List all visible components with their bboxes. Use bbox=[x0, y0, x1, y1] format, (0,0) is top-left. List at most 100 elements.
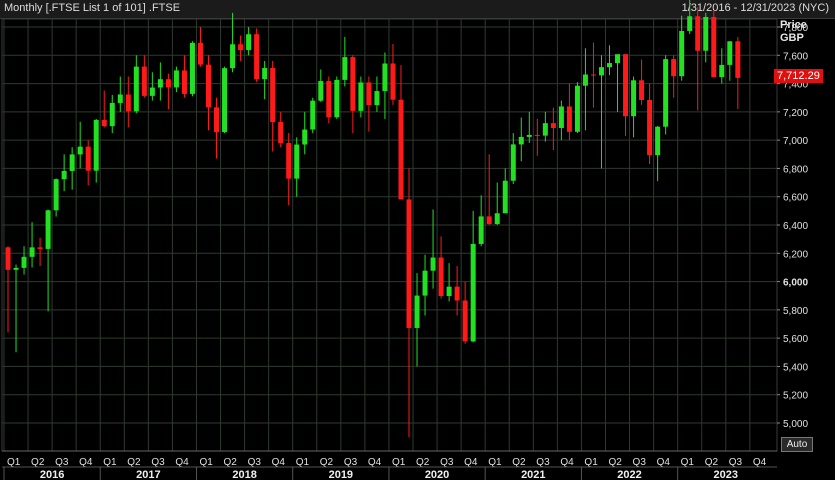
candle-body bbox=[286, 142, 292, 179]
candle-body bbox=[430, 257, 436, 271]
candle-body bbox=[494, 213, 500, 225]
candle-body bbox=[5, 247, 11, 270]
quarter-label: Q4 bbox=[272, 457, 286, 468]
candle-body bbox=[615, 54, 621, 64]
quarter-label: Q4 bbox=[753, 457, 767, 468]
quarter-label: Q3 bbox=[633, 457, 647, 468]
candle-body bbox=[631, 80, 637, 117]
candle-body bbox=[294, 144, 300, 179]
quarter-label: Q1 bbox=[584, 457, 598, 468]
year-label: 2020 bbox=[425, 469, 449, 480]
y-tick-label: 6,600 bbox=[783, 193, 808, 204]
candle-body bbox=[382, 63, 388, 92]
candle-body bbox=[21, 256, 27, 268]
quarter-label: Q2 bbox=[31, 457, 45, 468]
y-tick-label: 5,200 bbox=[783, 391, 808, 402]
candle-body bbox=[414, 295, 420, 328]
candle-body bbox=[173, 70, 179, 88]
candle-body bbox=[278, 122, 284, 143]
quarter-label: Q4 bbox=[560, 457, 574, 468]
candle-body bbox=[558, 106, 564, 128]
candle-body bbox=[214, 107, 220, 133]
candle-body bbox=[238, 44, 244, 51]
candle-body bbox=[735, 41, 741, 78]
candle-body bbox=[350, 57, 356, 111]
candle-body bbox=[502, 180, 508, 214]
candle-body bbox=[334, 79, 340, 118]
candle-body bbox=[13, 267, 19, 270]
price-label-text: Price bbox=[780, 19, 807, 31]
candle-body bbox=[663, 59, 669, 127]
candle-body bbox=[518, 136, 524, 145]
year-label: 2022 bbox=[617, 469, 641, 480]
y-tick-label: 7,200 bbox=[783, 108, 808, 119]
year-label: 2019 bbox=[329, 469, 353, 480]
candle-body bbox=[117, 94, 123, 103]
candle-body bbox=[37, 247, 43, 249]
candle-body bbox=[109, 102, 115, 127]
time-axis: Q1 Q2 Q3 Q4 Q1 Q2 Q3 Q4 Q1 Q2 Q3 Q4 Q1 Q2 Q3 Q4 Q1 Q2 Q3 Q4… bbox=[2, 450, 777, 480]
candle-body bbox=[639, 80, 645, 100]
candle-body bbox=[719, 64, 725, 78]
candle-body bbox=[262, 68, 268, 80]
candlestick-chart[interactable]: 5,000 5,200 5,400 5,600 5,800 6,000 6,200 6,400… bbox=[0, 0, 835, 480]
candle-body bbox=[446, 286, 452, 296]
quarter-label: Q2 bbox=[608, 457, 622, 468]
candle-body bbox=[486, 216, 492, 225]
candle-body bbox=[141, 66, 147, 96]
quarter-label: Q1 bbox=[681, 457, 695, 468]
candle-body bbox=[542, 123, 548, 136]
y-tick-label: 6,400 bbox=[783, 221, 808, 232]
quarter-label: Q4 bbox=[657, 457, 671, 468]
candle-body bbox=[326, 81, 332, 118]
candle-body bbox=[478, 216, 484, 244]
y-tick-label: 6,800 bbox=[783, 164, 808, 175]
quarter-label: Q3 bbox=[151, 457, 165, 468]
candle-body bbox=[366, 82, 372, 106]
candle-body bbox=[45, 210, 51, 249]
year-label: 2021 bbox=[521, 469, 545, 480]
quarter-label: Q4 bbox=[175, 457, 189, 468]
price-axis-label: Price GBP bbox=[780, 19, 807, 45]
quarter-label: Q3 bbox=[248, 457, 262, 468]
candle-body bbox=[358, 82, 364, 111]
candle-body bbox=[93, 119, 99, 171]
quarter-label: Q3 bbox=[729, 457, 743, 468]
candle-body bbox=[197, 42, 203, 65]
candle-body bbox=[598, 67, 604, 76]
candle-body bbox=[85, 146, 91, 171]
candle-body bbox=[590, 74, 596, 76]
candle-body bbox=[671, 59, 677, 77]
candle-body bbox=[53, 179, 59, 211]
y-tick-label: 5,400 bbox=[783, 362, 808, 373]
candle-body bbox=[165, 79, 171, 88]
quarter-label: Q3 bbox=[344, 457, 358, 468]
candle-body bbox=[703, 16, 709, 51]
candle-body bbox=[438, 257, 444, 296]
candle-body bbox=[574, 85, 580, 132]
y-tick-label: 5,000 bbox=[783, 419, 808, 430]
candle-body bbox=[390, 63, 396, 100]
candle-body bbox=[230, 44, 236, 69]
auto-scale-button[interactable]: Auto bbox=[781, 437, 813, 452]
quarter-label: Q1 bbox=[488, 457, 502, 468]
candle-body bbox=[510, 144, 516, 181]
quarter-label: Q4 bbox=[464, 457, 478, 468]
y-tick-label: 6,200 bbox=[783, 249, 808, 260]
candle-body bbox=[647, 99, 653, 156]
quarter-label: Q1 bbox=[296, 457, 310, 468]
quarter-label: Q2 bbox=[705, 457, 719, 468]
candle-body bbox=[454, 286, 460, 301]
price-axis: 5,000 5,200 5,400 5,600 5,800 6,000 6,200 6,400… bbox=[777, 23, 808, 430]
y-tick-label: 7,000 bbox=[783, 136, 808, 147]
candle-body bbox=[462, 300, 468, 342]
year-label: 2017 bbox=[136, 469, 160, 480]
candle-body bbox=[623, 54, 629, 117]
candle-body bbox=[101, 119, 107, 127]
quarter-label: Q2 bbox=[127, 457, 141, 468]
candle-body bbox=[422, 270, 428, 296]
candle-body bbox=[711, 16, 717, 78]
candle-body bbox=[727, 41, 733, 65]
candle-body bbox=[470, 243, 476, 342]
currency-label: GBP bbox=[780, 32, 804, 44]
